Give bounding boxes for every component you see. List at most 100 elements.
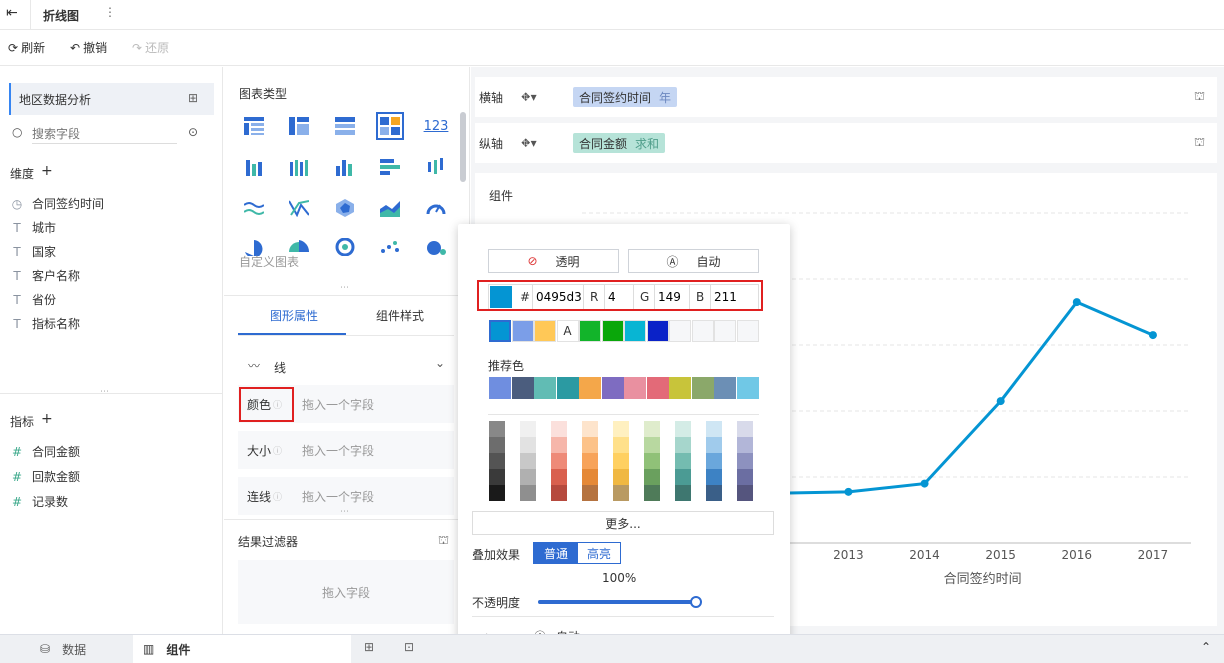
palette-color-swatch[interactable]: [613, 453, 629, 469]
palette-color-swatch[interactable]: [675, 469, 691, 485]
recommended-color-swatch[interactable]: [669, 377, 691, 399]
palette-color-swatch[interactable]: [551, 453, 567, 469]
auto-swatch[interactable]: A: [556, 320, 579, 342]
radar-line-icon[interactable]: [285, 194, 313, 222]
dataset-selector[interactable]: 地区数据分析: [9, 83, 214, 115]
palette-color-swatch[interactable]: [582, 453, 598, 469]
dimension-field[interactable]: ◷ 合同签约时间: [10, 195, 104, 212]
recommended-color-swatch[interactable]: [511, 377, 534, 399]
exit-icon[interactable]: ⇤: [6, 5, 18, 21]
drop-zone[interactable]: 拖入一个字段: [302, 442, 374, 459]
palette-color-swatch[interactable]: [520, 437, 536, 453]
scatter-chart-icon[interactable]: [376, 233, 404, 261]
sunburst-icon[interactable]: [331, 233, 359, 261]
more-vertical-icon[interactable]: ⋮: [104, 5, 116, 19]
palette-color-swatch[interactable]: [737, 421, 753, 437]
custom-chart-label[interactable]: 自定义图表: [239, 253, 299, 270]
refresh-button[interactable]: ⟳ 刷新: [8, 39, 45, 56]
recommended-color-swatch[interactable]: [601, 377, 624, 399]
filter-icon[interactable]: ⛫: [1194, 135, 1205, 151]
measure-field[interactable]: # 回款金额: [10, 468, 80, 485]
palette-color-swatch[interactable]: [551, 485, 567, 501]
palette-color-swatch[interactable]: [675, 437, 691, 453]
palette-color-swatch[interactable]: [644, 453, 660, 469]
transparent-button[interactable]: ⊘ 透明: [488, 249, 619, 273]
recent-color-swatch[interactable]: [691, 320, 714, 342]
filter-icon[interactable]: ⛫: [438, 533, 449, 549]
drag-handle-icon[interactable]: ⋯: [340, 507, 349, 517]
grouped-bar-icon[interactable]: [240, 153, 268, 181]
field-aggregation[interactable]: 求和: [635, 135, 659, 152]
column-chart-icon[interactable]: [331, 153, 359, 181]
palette-color-swatch[interactable]: [706, 453, 722, 469]
palette-color-swatch[interactable]: [489, 469, 505, 485]
recommended-color-swatch[interactable]: [556, 377, 579, 399]
data-point[interactable]: [996, 397, 1005, 406]
blend-highlight-option[interactable]: 高亮: [578, 543, 620, 563]
data-point[interactable]: [920, 479, 929, 488]
axis-type-icon[interactable]: ⛖▾: [521, 136, 573, 151]
palette-color-swatch[interactable]: [582, 437, 598, 453]
table-chart-icon[interactable]: [240, 112, 268, 140]
recommended-color-swatch[interactable]: [714, 377, 736, 399]
recommended-color-swatch[interactable]: [691, 377, 714, 399]
drop-zone[interactable]: 拖入一个字段: [302, 396, 374, 413]
auto-color-button[interactable]: Ⓐ 自动: [628, 249, 759, 273]
drop-zone[interactable]: 拖入一个字段: [302, 488, 374, 505]
palette-color-swatch[interactable]: [706, 469, 722, 485]
gauge-icon[interactable]: [422, 194, 450, 222]
drag-handle-icon[interactable]: ⋯: [100, 387, 109, 397]
redo-button[interactable]: ↷ 还原: [132, 39, 169, 56]
recent-color-swatch[interactable]: [579, 320, 601, 342]
palette-color-swatch[interactable]: [520, 485, 536, 501]
size-property-row[interactable]: 大小 ⓘ 拖入一个字段: [238, 431, 454, 469]
recent-color-swatch[interactable]: [534, 320, 556, 342]
cross-table-icon[interactable]: [285, 112, 313, 140]
palette-color-swatch[interactable]: [675, 453, 691, 469]
number-chart-icon[interactable]: 123: [422, 112, 450, 140]
palette-color-swatch[interactable]: [613, 437, 629, 453]
chevron-down-icon[interactable]: ⌄: [435, 356, 445, 370]
palette-color-swatch[interactable]: [644, 485, 660, 501]
palette-color-swatch[interactable]: [706, 421, 722, 437]
data-point[interactable]: [1072, 298, 1081, 307]
dimension-field[interactable]: T 省份: [10, 291, 56, 308]
recommended-color-swatch[interactable]: [489, 377, 511, 399]
add-component-icon[interactable]: ⊞: [364, 640, 374, 654]
data-point[interactable]: [1148, 331, 1157, 340]
palette-color-swatch[interactable]: [582, 485, 598, 501]
palette-color-swatch[interactable]: [737, 437, 753, 453]
y-axis-field[interactable]: 合同金额 求和: [573, 133, 666, 153]
tab-component-style[interactable]: 组件样式: [376, 307, 424, 324]
palette-color-swatch[interactable]: [489, 453, 505, 469]
add-dimension-icon[interactable]: +: [41, 163, 53, 179]
recent-color-swatch[interactable]: [736, 320, 759, 342]
bar-chart-icon[interactable]: [376, 153, 404, 181]
range-bar-icon[interactable]: [422, 153, 450, 181]
recent-color-swatch[interactable]: [601, 320, 624, 342]
field-aggregation[interactable]: 年: [659, 89, 671, 106]
filter-drop-zone[interactable]: 拖入字段: [238, 560, 454, 624]
palette-color-swatch[interactable]: [551, 421, 567, 437]
search-input[interactable]: [32, 124, 177, 144]
mark-type-select[interactable]: 线: [274, 359, 286, 376]
recent-color-swatch[interactable]: [489, 320, 511, 342]
palette-color-swatch[interactable]: [737, 485, 753, 501]
measure-field[interactable]: # 合同金额: [10, 443, 80, 460]
data-point[interactable]: [844, 487, 853, 496]
bubble-chart-icon[interactable]: [422, 233, 450, 261]
line-chart-icon[interactable]: [240, 194, 268, 222]
blend-normal-option[interactable]: 普通: [534, 543, 578, 563]
slider-handle[interactable]: [690, 596, 702, 608]
dimension-field[interactable]: T 客户名称: [10, 267, 80, 284]
palette-color-swatch[interactable]: [489, 485, 505, 501]
palette-color-swatch[interactable]: [520, 421, 536, 437]
measure-field[interactable]: # 记录数: [10, 493, 68, 510]
palette-color-swatch[interactable]: [489, 421, 505, 437]
recent-color-swatch[interactable]: [646, 320, 669, 342]
palette-color-swatch[interactable]: [737, 469, 753, 485]
collapse-icon[interactable]: ⌃: [1201, 640, 1211, 654]
kpi-card-icon[interactable]: [376, 112, 404, 140]
data-tab[interactable]: ⛁ 数据: [0, 635, 133, 663]
palette-color-swatch[interactable]: [737, 453, 753, 469]
